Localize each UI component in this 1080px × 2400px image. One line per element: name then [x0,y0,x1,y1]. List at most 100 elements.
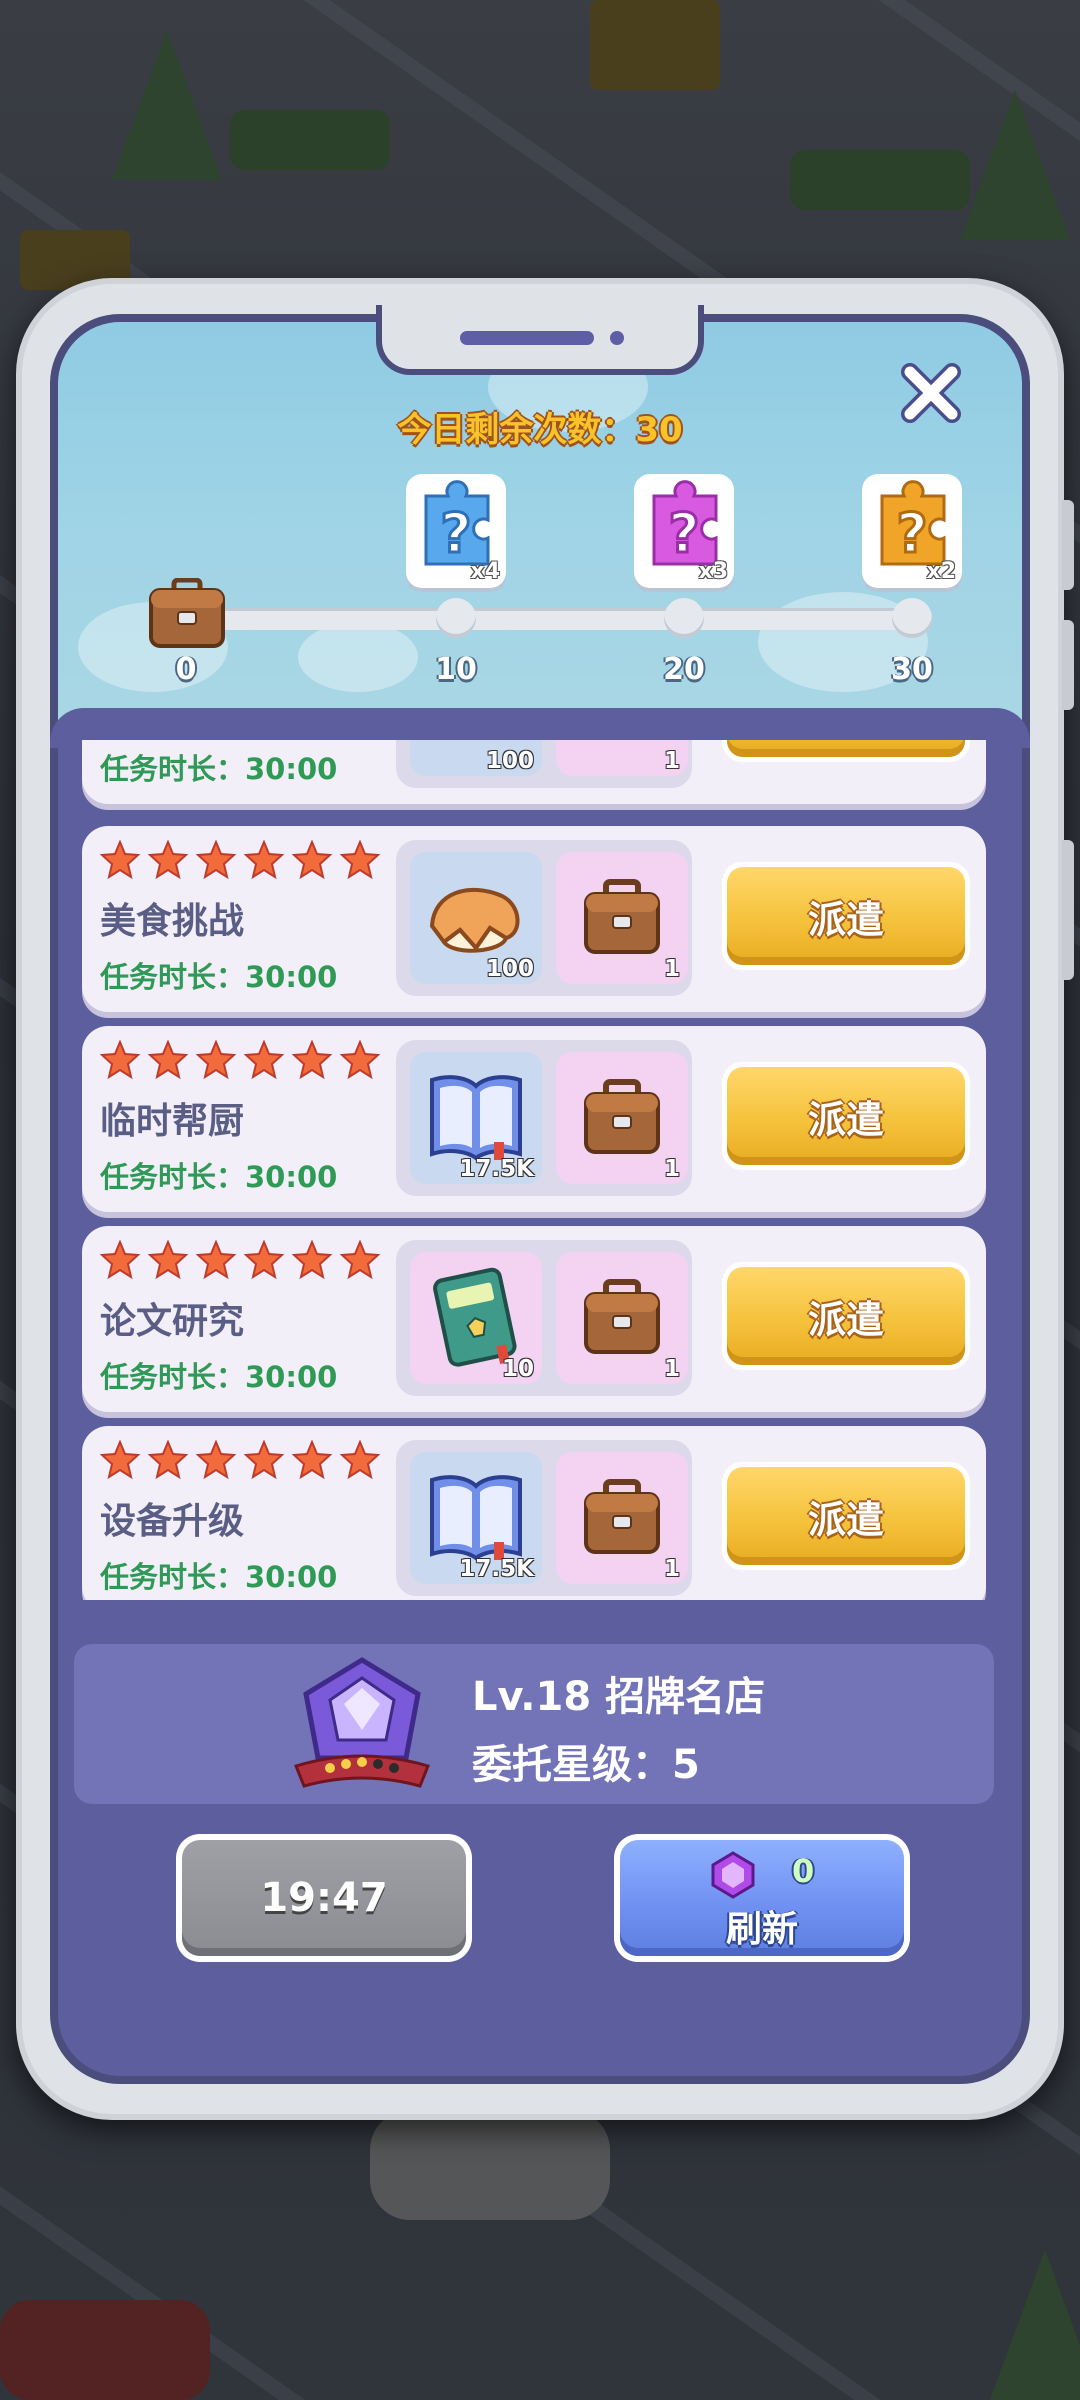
star-icon [244,840,284,880]
reward-slot: 1 [556,1052,688,1184]
star-rating [100,1440,380,1480]
progress-chest[interactable] [148,577,226,650]
star-icon [148,840,188,880]
star-icon [340,1040,380,1080]
task-title: 美食挑战 [100,901,245,942]
shop-rank-badge [290,1654,434,1800]
star-icon [244,1440,284,1480]
item-quantity: 10 [501,1356,534,1382]
task-card: 美食挑战 任务时长：30:00 100 1 派遣 [82,826,986,1012]
reward-slot: 100 [410,740,542,776]
camera-dot [610,331,624,345]
speaker-grille [460,331,594,345]
refresh-button[interactable]: 0 刷新 [614,1834,910,1962]
task-duration: 任务时长：30:00 [100,960,338,994]
reward-box-20[interactable]: ? x3 [634,474,734,588]
dispatch-label: 派遣 [727,867,965,965]
dispatch-label: 派遣 [727,740,965,757]
progress-node [436,598,476,638]
reward-slot: 1 [556,1452,688,1584]
item-quantity: 1 [663,956,680,982]
task-title: 论文研究 [100,1301,245,1342]
close-button[interactable] [898,360,964,426]
star-icon [292,1040,332,1080]
star-icon [196,840,236,880]
reward-box-10[interactable]: ? x4 [406,474,506,588]
star-icon [196,1240,236,1280]
star-icon [340,1440,380,1480]
reward-multiplier: x3 [698,559,729,584]
dispatch-label: 派遣 [727,1067,965,1165]
task-duration: 任务时长：30:00 [100,1160,338,1194]
item-quantity: 1 [663,748,680,774]
star-icon [292,1240,332,1280]
tick-label: 30 [891,652,933,687]
svg-text:?: ? [668,502,699,565]
star-rating [100,1040,380,1080]
star-icon [292,1440,332,1480]
item-quantity: 1 [663,1556,680,1582]
progress-node [892,598,932,638]
tick-label: 10 [435,652,477,687]
reward-multiplier: x2 [926,559,957,584]
tick-label: 0 [175,652,197,687]
task-title: 设备升级 [100,1501,245,1542]
star-icon [148,1240,188,1280]
star-icon [340,1240,380,1280]
progress-track [200,608,912,630]
task-card: 临时帮厨 任务时长：30:00 17.5K 1 派遣 [82,1026,986,1212]
item-quantity: 1 [663,1156,680,1182]
task-card: 任务时长：30:00 100 1 派遣 [82,740,986,804]
reward-slot: 10 [410,1252,542,1384]
reward-slot: 17.5K [410,1052,542,1184]
star-icon [100,1040,140,1080]
refresh-label: 刷新 [725,1909,798,1950]
task-duration: 任务时长：30:00 [100,1360,338,1394]
item-quantity: 100 [485,956,534,982]
dispatch-button[interactable]: 派遣 [722,862,970,970]
star-icon [100,1240,140,1280]
svg-text:?: ? [896,502,927,565]
shop-level: Lv.18 招牌名店 [472,1674,766,1720]
crystal-badge-icon [293,1657,431,1788]
reward-slot: 1 [556,852,688,984]
dispatch-button[interactable]: 派遣 [722,1262,970,1370]
dispatch-label: 派遣 [727,1467,965,1565]
star-icon [196,1440,236,1480]
dispatch-button[interactable]: 派遣 [722,1062,970,1170]
task-list[interactable]: 任务时长：30:00 100 1 派遣 美食挑战 任务时长：30:00 100 [82,740,986,1600]
dispatch-label: 派遣 [727,1267,965,1365]
item-quantity: 1 [663,1356,680,1382]
briefcase-icon [149,577,225,648]
reward-multiplier: x4 [470,559,501,584]
commission-star-level: 委托星级：5 [472,1742,700,1788]
reward-box-30[interactable]: ? x2 [862,474,962,588]
phone-side-button [1062,840,1074,980]
star-icon [148,1440,188,1480]
phone-side-button [1062,500,1074,590]
reward-slot: 100 [410,852,542,984]
close-icon [901,363,961,423]
star-rating [100,840,380,880]
star-icon [292,840,332,880]
item-quantity: 17.5K [459,1556,534,1582]
star-icon [340,840,380,880]
task-title: 临时帮厨 [100,1101,245,1142]
task-duration: 任务时长：30:00 [100,1560,338,1594]
refresh-timer-label: 19:47 [182,1840,466,1956]
reward-slot: 17.5K [410,1452,542,1584]
refresh-timer-button[interactable]: 19:47 [176,1834,472,1962]
reward-slot: 1 [556,1252,688,1384]
tick-label: 20 [663,652,705,687]
dispatch-button[interactable]: 派遣 [722,740,970,762]
phone-notch [376,305,704,375]
svg-text:?: ? [440,502,471,565]
item-quantity: 100 [485,748,534,774]
gem-icon [711,1851,755,1899]
refresh-cost: 0 [792,1852,815,1890]
star-icon [196,1040,236,1080]
phone-side-button [1062,620,1074,710]
dispatch-button[interactable]: 派遣 [722,1462,970,1570]
star-rating [100,1240,380,1280]
star-icon [244,1240,284,1280]
